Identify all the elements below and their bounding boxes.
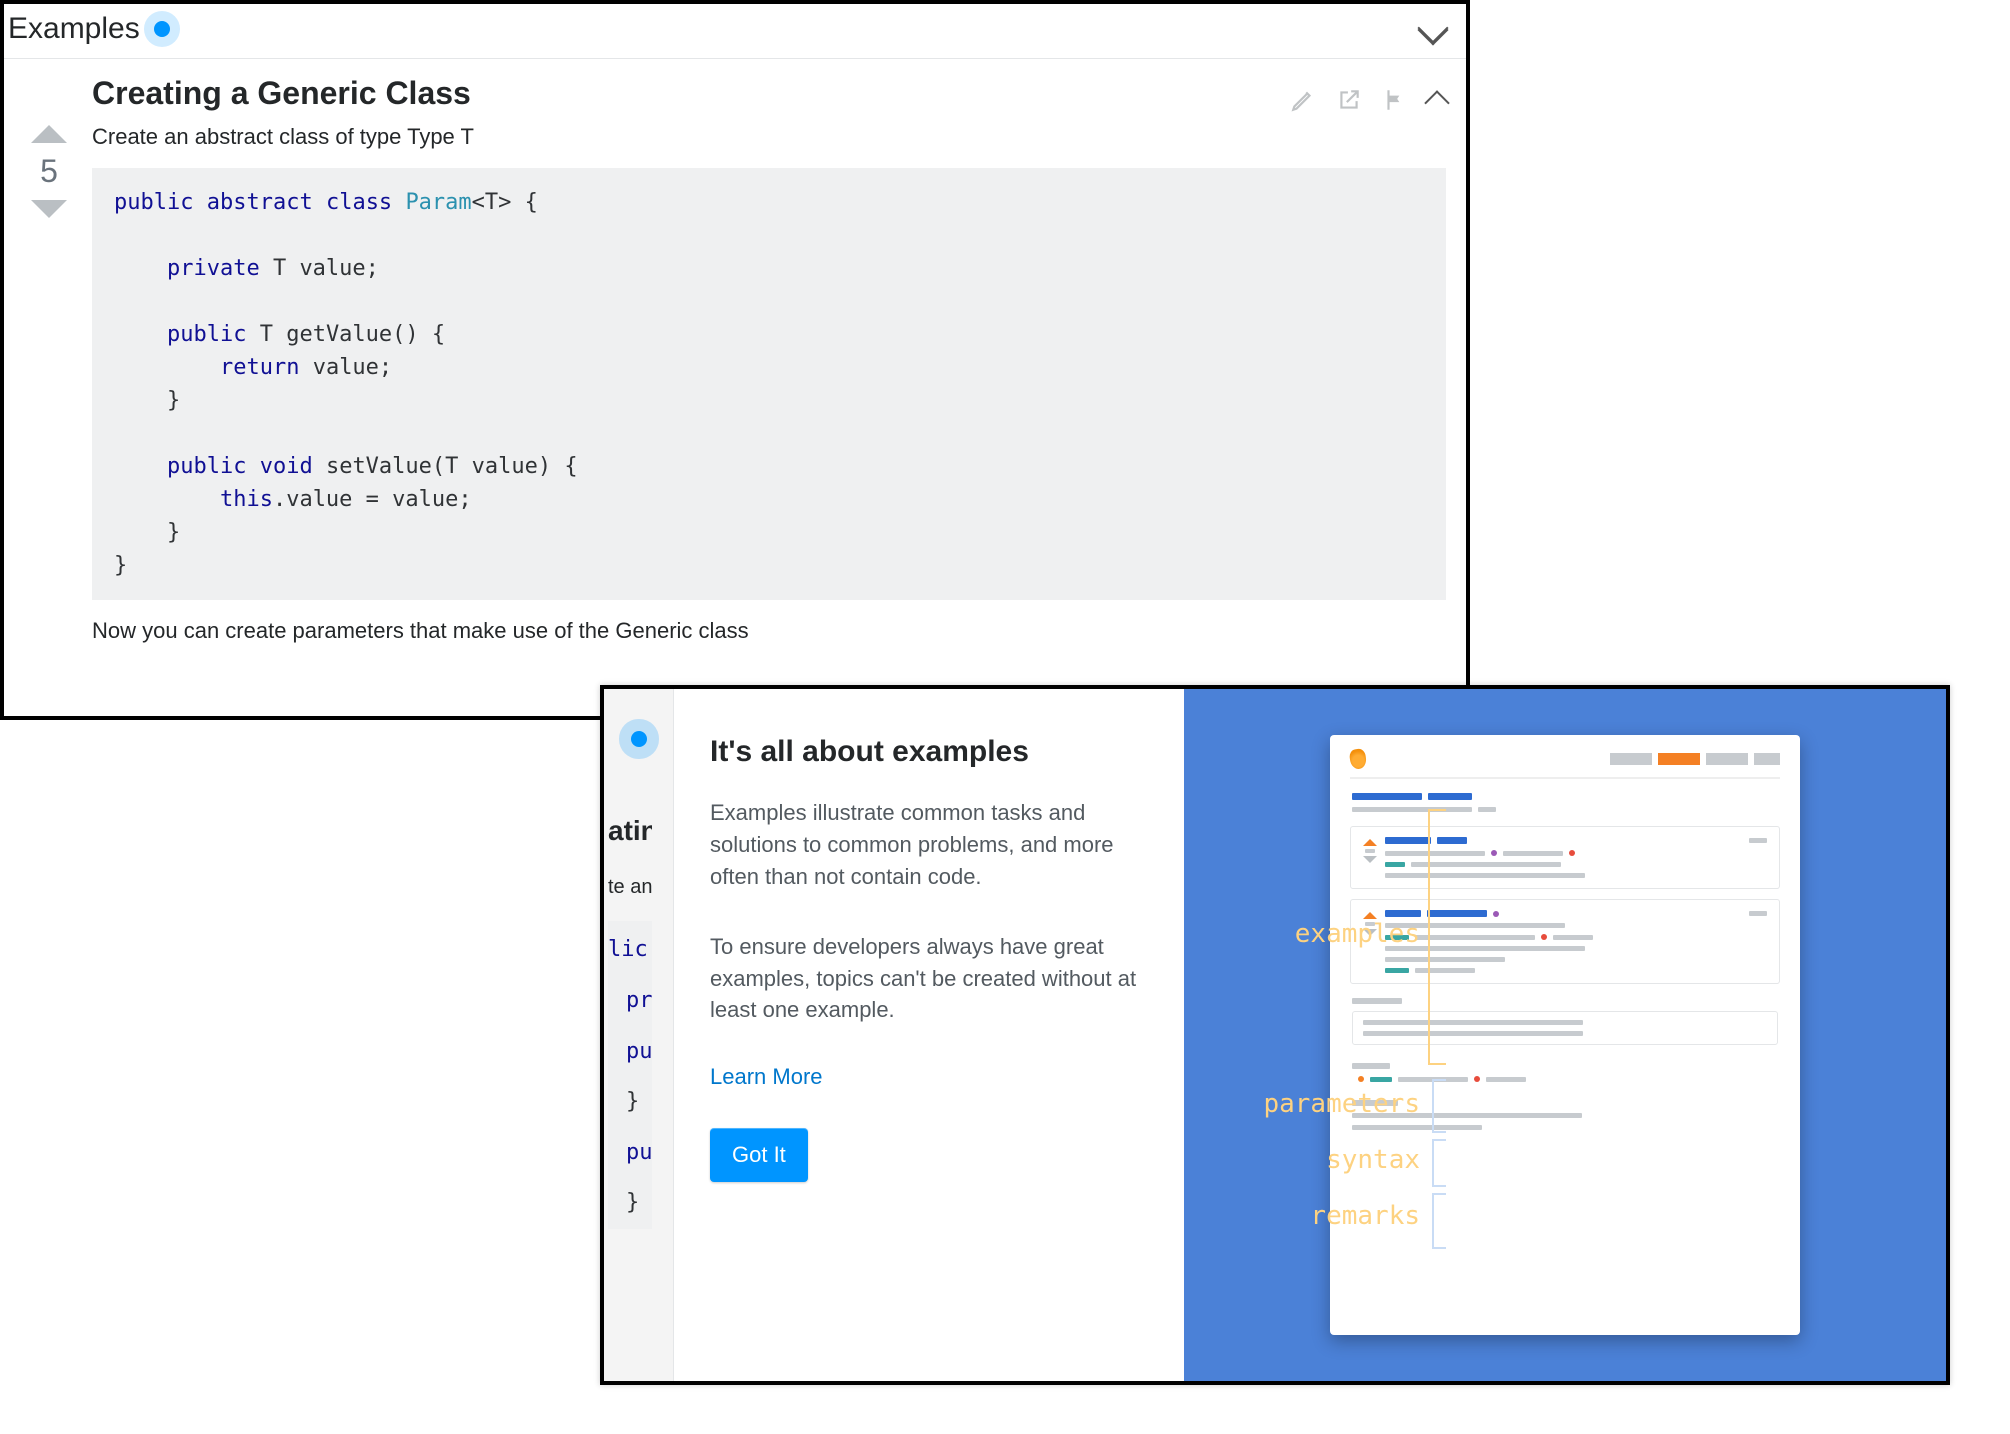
mock-tab	[1754, 753, 1780, 765]
code-token: public	[167, 322, 246, 347]
section-title-group: Examples	[8, 12, 170, 46]
code-token: }	[167, 388, 180, 413]
upvote-button[interactable]	[31, 125, 67, 143]
code-block: public abstract class Param<T> { private…	[92, 168, 1446, 600]
peek-code: pub	[608, 1027, 652, 1078]
collapse-icon[interactable]	[1424, 90, 1449, 115]
code-token: T getValue() {	[246, 322, 445, 347]
code-token: }	[167, 520, 180, 545]
example-body: Creating a Generic Class Create an abstr…	[92, 75, 1446, 644]
code-token: }	[114, 553, 127, 578]
flag-icon[interactable]	[1382, 87, 1408, 113]
bracket-icon	[1428, 809, 1446, 1065]
examples-panel: Examples 5 Creating a Generic Class Crea…	[0, 0, 1470, 720]
bracket-icon	[1432, 1193, 1446, 1249]
code-token: public	[167, 454, 246, 479]
label-remarks: remarks	[1240, 1201, 1420, 1231]
peek-code: }	[608, 1178, 652, 1229]
peek-code: }	[608, 1077, 652, 1128]
open-external-icon[interactable]	[1336, 87, 1362, 113]
bracket-icon	[1432, 1139, 1446, 1187]
code-token: <T> {	[472, 190, 538, 215]
example-subtitle: Create an abstract class of type Type T	[92, 124, 1446, 150]
expand-all-icon[interactable]	[1416, 18, 1450, 40]
code-token: Param	[405, 190, 471, 215]
popup-paragraph: Examples illustrate common tasks and sol…	[710, 797, 1148, 893]
peek-area: ating te an lic pri pub } pub }	[604, 799, 652, 1381]
peek-list: ating te an lic pri pub } pub }	[604, 799, 652, 1229]
background-strip: ating te an lic pri pub } pub }	[604, 689, 674, 1381]
label-syntax: syntax	[1240, 1145, 1420, 1175]
peek-text: ating	[608, 799, 652, 863]
peek-code: lic	[608, 925, 652, 976]
label-parameters: parameters	[1240, 1089, 1420, 1119]
info-dot-icon[interactable]	[154, 21, 170, 37]
mock-tab-strip	[1610, 753, 1780, 765]
code-token: value;	[299, 355, 392, 380]
code-token: abstract	[207, 190, 313, 215]
label-examples: examples	[1240, 919, 1420, 949]
tour-illustration: examples parameters syntax remarks	[1184, 689, 1946, 1381]
code-token: class	[326, 190, 392, 215]
examples-tour-panel: ating te an lic pri pub } pub } It's all…	[600, 685, 1950, 1385]
code-token: return	[220, 355, 299, 380]
info-dot-icon[interactable]	[631, 731, 647, 747]
mock-tab-active	[1658, 753, 1700, 765]
examples-header: Examples	[4, 4, 1466, 59]
vote-column: 5	[24, 125, 74, 644]
learn-more-link[interactable]: Learn More	[710, 1064, 1148, 1090]
downvote-button[interactable]	[31, 200, 67, 218]
code-token: this	[220, 487, 273, 512]
tour-inner: ating te an lic pri pub } pub } It's all…	[604, 689, 1946, 1381]
edit-icon[interactable]	[1290, 87, 1316, 113]
example-title: Creating a Generic Class	[92, 75, 471, 112]
code-token: .value = value;	[273, 487, 472, 512]
peek-text: te an	[608, 863, 652, 911]
popup-paragraph: To ensure developers always have great e…	[710, 931, 1148, 1027]
example-title-row: Creating a Generic Class	[92, 75, 1446, 124]
mock-tab	[1610, 753, 1652, 765]
code-token: public	[114, 190, 193, 215]
example-aftertext: Now you can create parameters that make …	[92, 618, 1446, 644]
example-actions	[1290, 87, 1446, 113]
code-token: T value;	[260, 256, 379, 281]
code-token: void	[260, 454, 313, 479]
illustration-labels: examples parameters syntax remarks	[1240, 689, 1420, 1381]
tour-popup: It's all about examples Examples illustr…	[674, 689, 1184, 1381]
got-it-button[interactable]: Got It	[710, 1128, 808, 1182]
code-token: private	[167, 256, 260, 281]
code-token: setValue(T value) {	[313, 454, 578, 479]
bracket-icon	[1432, 1079, 1446, 1133]
section-title: Examples	[8, 12, 140, 46]
mock-tab	[1706, 753, 1748, 765]
peek-code: pub	[608, 1128, 652, 1179]
vote-count: 5	[40, 153, 58, 190]
peek-code: pri	[608, 976, 652, 1027]
popup-title: It's all about examples	[710, 735, 1148, 769]
example-row: 5 Creating a Generic Class Create an abs…	[4, 59, 1466, 644]
